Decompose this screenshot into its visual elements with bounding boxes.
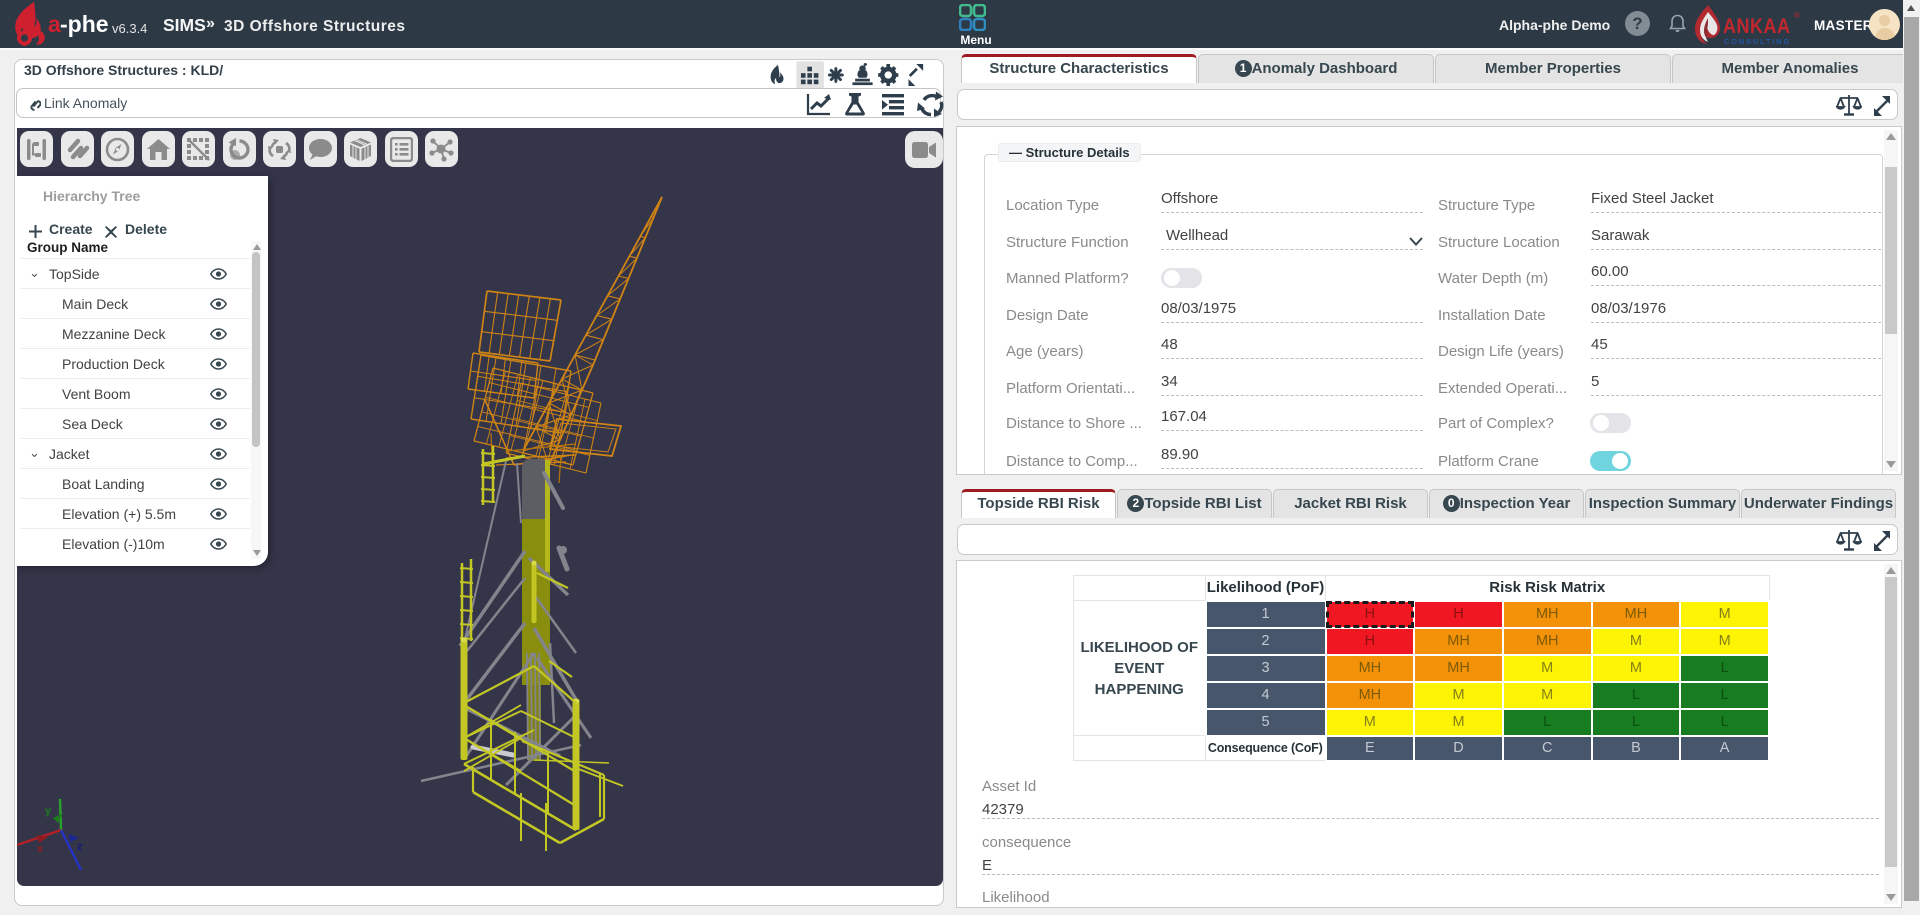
svg-text:z: z xyxy=(77,841,83,853)
svg-text:x: x xyxy=(37,843,44,855)
svg-text:y: y xyxy=(45,805,52,817)
